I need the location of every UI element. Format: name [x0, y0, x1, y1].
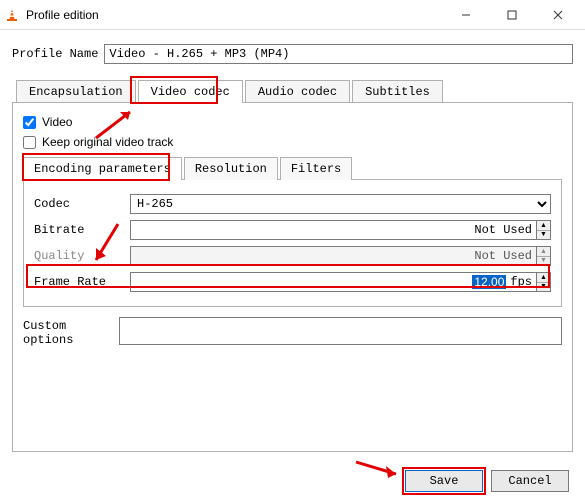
encoding-panel: Codec H-265 Bitrate ▲▼	[23, 179, 562, 307]
profile-name-input[interactable]	[104, 44, 573, 64]
framerate-value[interactable]: 12.00	[472, 275, 506, 289]
cancel-button[interactable]: Cancel	[491, 470, 569, 492]
bitrate-label: Bitrate	[34, 223, 130, 237]
subtab-resolution[interactable]: Resolution	[184, 157, 278, 180]
bitrate-up[interactable]: ▲	[537, 221, 550, 231]
quality-input	[131, 247, 536, 265]
close-button[interactable]	[535, 0, 581, 29]
sub-tabs: Encoding parameters Resolution Filters	[23, 157, 562, 180]
minimize-button[interactable]	[443, 0, 489, 29]
video-checkbox-label: Video	[42, 115, 72, 129]
bitrate-input[interactable]	[131, 221, 536, 239]
bitrate-field[interactable]: ▲▼	[130, 220, 551, 240]
video-checkbox-row[interactable]: Video	[23, 115, 562, 129]
tab-video-codec[interactable]: Video codec	[138, 80, 243, 103]
keep-original-checkbox[interactable]	[23, 136, 36, 149]
vlc-cone-icon	[4, 7, 20, 23]
codec-label: Codec	[34, 197, 130, 211]
quality-label: Quality	[34, 249, 130, 263]
framerate-field[interactable]: 12.00 fps ▲▼	[130, 272, 551, 292]
subtab-encoding[interactable]: Encoding parameters	[23, 157, 182, 180]
framerate-label: Frame Rate	[34, 275, 130, 289]
profile-name-label: Profile Name	[12, 47, 98, 61]
framerate-down[interactable]: ▼	[537, 283, 550, 292]
tab-subtitles[interactable]: Subtitles	[352, 80, 443, 103]
maximize-button[interactable]	[489, 0, 535, 29]
framerate-unit: fps	[506, 275, 536, 289]
tab-audio-codec[interactable]: Audio codec	[245, 80, 350, 103]
bitrate-down[interactable]: ▼	[537, 231, 550, 240]
video-checkbox[interactable]	[23, 116, 36, 129]
arrow-to-save	[352, 458, 406, 482]
subtab-filters[interactable]: Filters	[280, 157, 352, 180]
quality-down: ▼	[537, 257, 550, 266]
quality-up: ▲	[537, 247, 550, 257]
framerate-up[interactable]: ▲	[537, 273, 550, 283]
window-title: Profile edition	[26, 8, 443, 22]
quality-field: ▲▼	[130, 246, 551, 266]
codec-select[interactable]: H-265	[130, 194, 551, 214]
save-button[interactable]: Save	[405, 470, 483, 492]
main-tabs: Encapsulation Video codec Audio codec Su…	[16, 80, 573, 103]
custom-options-label: Custom options	[23, 317, 119, 347]
keep-original-label: Keep original video track	[42, 135, 173, 149]
tab-encapsulation[interactable]: Encapsulation	[16, 80, 136, 103]
titlebar: Profile edition	[0, 0, 585, 30]
keep-original-row[interactable]: Keep original video track	[23, 135, 562, 149]
tab-panel: Video Keep original video track Encoding…	[12, 102, 573, 452]
custom-options-input[interactable]	[119, 317, 562, 345]
